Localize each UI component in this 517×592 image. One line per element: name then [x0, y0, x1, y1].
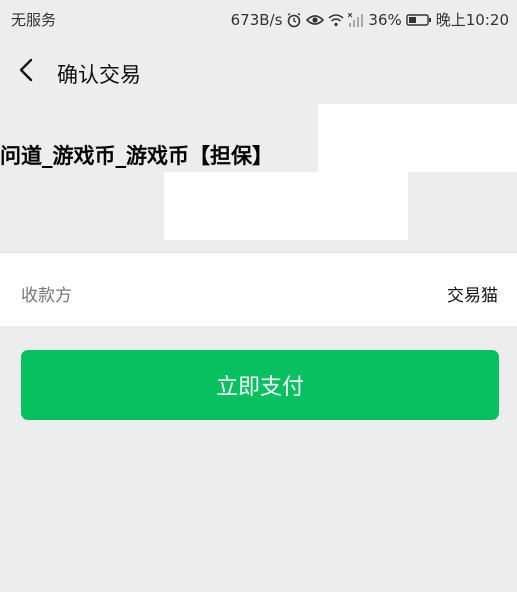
payee-value: 交易猫 [447, 286, 498, 306]
pay-now-label: 立即支付 [215, 375, 304, 400]
status-icons: 673B/s 36% 晚上10:20 [227, 9, 509, 30]
chevron-left-icon [18, 58, 34, 86]
status-bar: 无服务 673B/s 36% 晚上10:20 [0, 0, 517, 40]
eye-icon [306, 13, 325, 27]
nav-bar: 确认交易 [0, 40, 517, 104]
payee-label: 收款方 [21, 286, 72, 306]
signal-icon [348, 12, 364, 27]
net-speed: 673B/s [230, 10, 283, 29]
battery-icon [406, 13, 432, 27]
back-button[interactable] [12, 58, 40, 86]
page-title: 确认交易 [57, 63, 141, 87]
alarm-icon [286, 12, 302, 28]
carrier-text: 无服务 [11, 11, 57, 29]
product-area: 问道_游戏币_游戏币【担保】 [0, 104, 517, 252]
pay-now-button[interactable]: 立即支付 [21, 350, 499, 420]
masked-amount-block [164, 172, 408, 240]
payee-row: 收款方 交易猫 [0, 252, 517, 326]
clock-time: 晚上10:20 [435, 11, 509, 29]
masked-block [318, 104, 517, 172]
wifi-icon [328, 13, 344, 27]
battery-percent: 36% [368, 10, 402, 29]
product-title: 问道_游戏币_游戏币【担保】 [0, 144, 273, 168]
